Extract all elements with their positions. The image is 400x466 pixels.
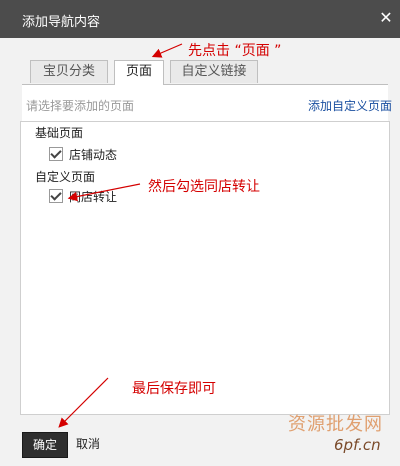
tab-strip: 宝贝分类 页面 自定义链接 [22, 60, 388, 85]
group-label-custom: 自定义页面 [35, 170, 96, 184]
annotation-step3: 最后保存即可 [132, 381, 216, 397]
watermark-text: 资源批发网 [288, 414, 383, 435]
tab-item-category[interactable]: 宝贝分类 [30, 60, 108, 83]
group-label-basic: 基础页面 [35, 126, 84, 140]
checkbox-store-transfer[interactable] [49, 189, 63, 203]
watermark-url: 6pf.cn [334, 436, 381, 454]
item-label: 同店转让 [69, 190, 118, 204]
annotation-step2: 然后勾选同店转让 [148, 179, 260, 195]
page-list: 基础页面 店铺动态 自定义页面 同店转让 [20, 121, 390, 415]
dialog-title: 添加导航内容 [22, 15, 101, 30]
watermark: 资源批发网 6pf.cn [282, 410, 400, 466]
dialog-titlebar: 添加导航内容 ✕ [0, 0, 400, 38]
pages-panel: 请选择要添加的页面 添加自定义页面 基础页面 店铺动态 自定义页面 同店转让 [20, 85, 392, 415]
close-icon[interactable]: ✕ [378, 10, 394, 26]
item-label: 店铺动态 [69, 148, 118, 162]
tab-pages[interactable]: 页面 [114, 60, 164, 85]
list-item-store-news[interactable]: 店铺动态 [49, 146, 169, 162]
select-hint: 请选择要添加的页面 [26, 99, 135, 113]
tab-custom-link[interactable]: 自定义链接 [170, 60, 258, 83]
checkbox-store-news[interactable] [49, 147, 63, 161]
annotation-step1: 先点击 “页面 ” [188, 43, 282, 59]
cancel-button[interactable]: 取消 [76, 432, 116, 456]
confirm-button[interactable]: 确定 [22, 432, 68, 458]
add-custom-page-link[interactable]: 添加自定义页面 [308, 97, 392, 114]
